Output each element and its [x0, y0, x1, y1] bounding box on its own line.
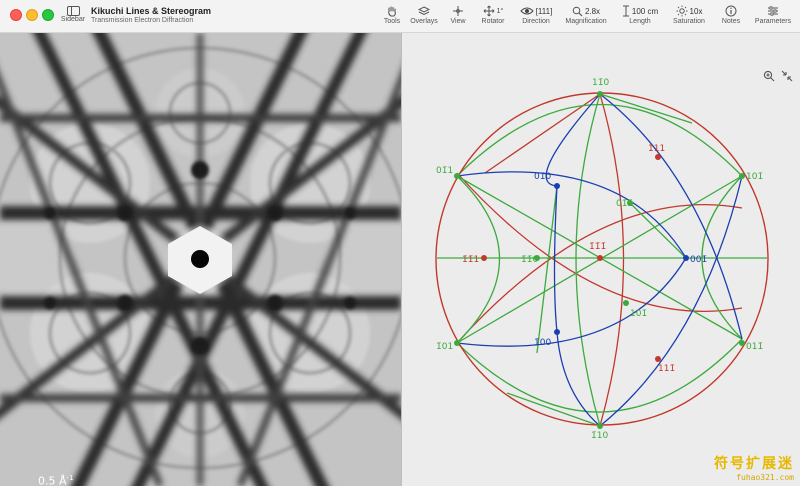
pole-dot	[597, 91, 603, 97]
magnification-button[interactable]: 2.8x Magnification	[562, 4, 610, 32]
move-icon	[483, 5, 494, 17]
pole-dot	[554, 183, 560, 189]
saturation-value: 10x	[689, 6, 703, 16]
pole-dot	[739, 340, 745, 346]
length-value: 100 cm	[631, 6, 659, 16]
direction-label: Direction	[522, 18, 550, 25]
length-button[interactable]: 100 cm Length	[616, 4, 664, 32]
direction-button[interactable]: [111] Direction	[514, 4, 558, 32]
close-window-button[interactable]	[10, 9, 22, 21]
pole-dot	[655, 356, 661, 362]
pole-label: 01̄1	[436, 166, 453, 176]
minimize-window-button[interactable]	[26, 9, 38, 21]
info-icon	[718, 4, 744, 18]
parameters-button[interactable]: Parameters	[752, 4, 794, 32]
watermark: 符号扩展迷 fuhao321.com	[714, 453, 794, 482]
pole-label: 1̄1̄1̄	[589, 242, 606, 252]
sidebar-toggle-button[interactable]: Sidebar	[58, 3, 88, 31]
scale-exponent: -1	[66, 474, 74, 482]
window-subtitle: Transmission Electron Diffraction	[91, 17, 194, 24]
great-circle-red-1	[456, 204, 743, 344]
pole-label: 1̄10	[591, 431, 608, 441]
tools-button[interactable]: Tools	[380, 4, 404, 32]
pole-label: 01̄0	[534, 172, 551, 182]
stereogram-view[interactable]: 11̄0 01̄1 101̄ 1̄11 01̄0 01̄1̄ 1̄1̄1̄ 1̄…	[402, 33, 800, 486]
scale-value: 0.5 Å	[38, 474, 67, 486]
title-block: Kikuchi Lines & Stereogram Transmission …	[91, 6, 211, 24]
direction-value: [111]	[535, 6, 553, 16]
pole-dot	[739, 173, 745, 179]
pole-dot	[683, 255, 689, 261]
kikuchi-pattern-view[interactable]: 0.5 Å-1	[0, 33, 401, 486]
sidebar-icon	[66, 6, 80, 16]
layers-icon	[408, 4, 440, 18]
magnifier-icon	[572, 6, 583, 16]
notes-label: Notes	[721, 18, 741, 25]
pole-label: 101̄	[746, 172, 763, 182]
hand-icon	[380, 4, 404, 18]
pole-dot	[454, 340, 460, 346]
pole-label: 111̄	[658, 364, 675, 374]
pole-label: 101̄	[630, 309, 647, 319]
notes-button[interactable]: Notes	[718, 4, 744, 32]
ruler-vertical-icon	[622, 5, 629, 17]
pole-label: 011̄	[746, 342, 763, 352]
pole-dot	[597, 423, 603, 429]
stereogram-plot: 11̄0 01̄1 101̄ 1̄11 01̄0 01̄1̄ 1̄1̄1̄ 1̄…	[435, 78, 769, 441]
sliders-icon	[752, 4, 794, 18]
scale-bar-label: 0.5 Å-1	[38, 474, 74, 486]
view-label: View	[450, 18, 466, 25]
great-circle-green-2	[575, 93, 601, 427]
great-circle-green-5	[456, 103, 743, 177]
pole-label: 11̄0	[592, 78, 609, 88]
pole-dot	[554, 329, 560, 335]
pole-label: 1̄01	[436, 342, 453, 352]
magnification-value: 2.8x	[584, 6, 601, 16]
pole-label: 001̄	[690, 255, 707, 265]
sun-icon	[676, 5, 688, 17]
saturation-label: Saturation	[673, 18, 705, 25]
length-label: Length	[629, 18, 651, 25]
pole-dot	[655, 154, 661, 160]
kikuchi-pattern-image	[0, 33, 401, 486]
sidebar-label: Sidebar	[60, 16, 86, 23]
magnification-label: Magnification	[565, 18, 607, 25]
overlays-label: Overlays	[410, 18, 438, 25]
tools-label: Tools	[383, 18, 401, 25]
window-title: Kikuchi Lines & Stereogram	[91, 6, 212, 16]
pole-label: 1̄11	[648, 144, 665, 154]
crosshair-icon	[446, 4, 470, 18]
rotator-value: 1°	[496, 7, 504, 15]
great-circle-green-12	[629, 202, 687, 259]
rotator-button[interactable]: 1° Rotator	[476, 4, 510, 32]
great-circle-green-8	[506, 392, 601, 427]
great-circle-green-6	[456, 338, 743, 413]
maximize-window-button[interactable]	[42, 9, 54, 21]
app-window: Sidebar Kikuchi Lines & Stereogram Trans…	[0, 0, 800, 486]
pole-label: 01̄1̄	[616, 199, 633, 209]
view-button[interactable]: View	[446, 4, 470, 32]
pole-dot	[623, 300, 629, 306]
saturation-button[interactable]: 10x Saturation	[670, 4, 708, 32]
parameters-label: Parameters	[754, 18, 792, 25]
pole-label: 1̄00	[534, 338, 551, 348]
toolbar: Sidebar Kikuchi Lines & Stereogram Trans…	[0, 0, 800, 33]
watermark-en: fuhao321.com	[736, 473, 794, 482]
pole-dot	[597, 255, 603, 261]
rotator-label: Rotator	[481, 18, 505, 25]
pole-label: 1̄1̄0	[521, 255, 538, 265]
watermark-cn: 符号扩展迷	[714, 456, 794, 472]
pole-label: 1̄1̄1	[462, 255, 479, 265]
pole-dot	[481, 255, 487, 261]
eye-icon	[519, 7, 534, 15]
overlays-button[interactable]: Overlays	[408, 4, 440, 32]
pole-dot	[454, 173, 460, 179]
